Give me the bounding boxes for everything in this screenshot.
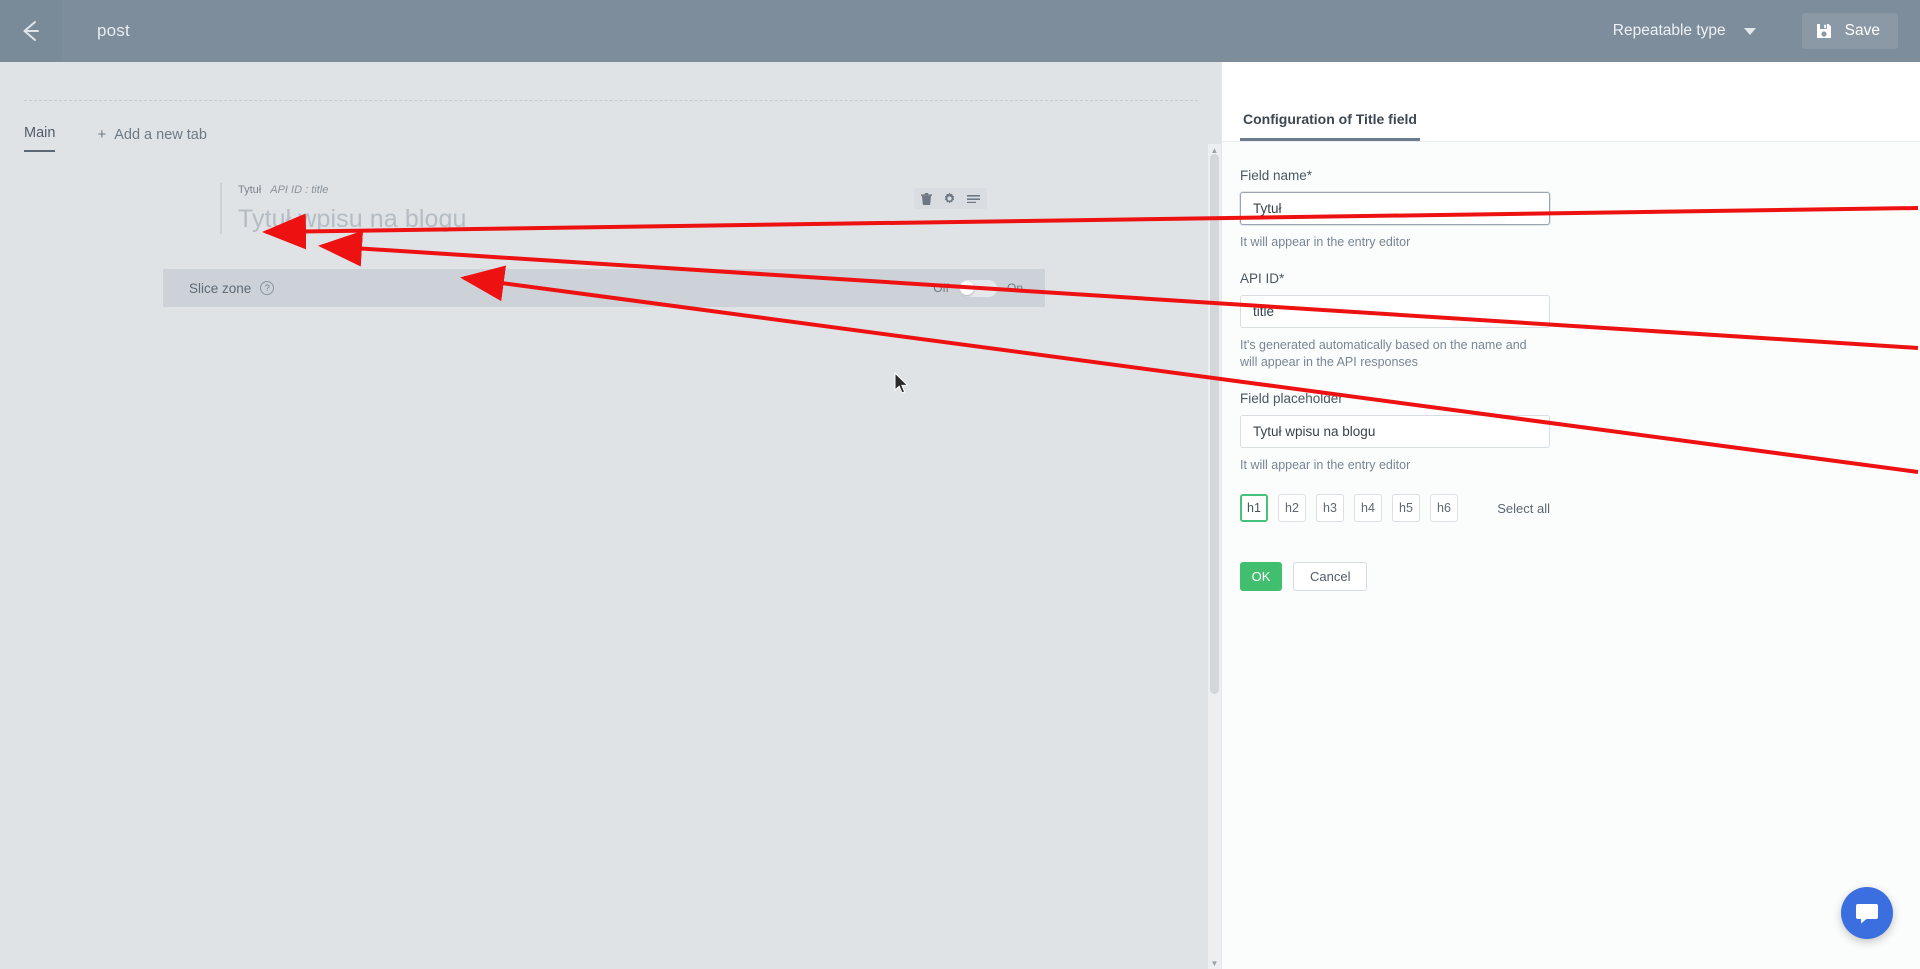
field-name-text: Tytuł xyxy=(238,184,262,196)
configuration-panel: Configuration of Title field Field name*… xyxy=(1221,62,1920,969)
question-mark-icon[interactable]: ? xyxy=(260,281,275,295)
api-id-group: API ID* It's generated automatically bas… xyxy=(1240,271,1900,371)
page-title: post xyxy=(97,21,130,40)
intercom-launcher-button[interactable] xyxy=(1841,887,1893,939)
toggle-off-label: Off xyxy=(933,281,949,295)
save-label: Save xyxy=(1844,22,1880,39)
slice-zone-toggle[interactable] xyxy=(958,279,997,297)
slice-zone-label-group: Slice zone ? xyxy=(189,280,275,296)
scroll-down-icon[interactable]: ▼ xyxy=(1208,957,1221,969)
field-name-group: Field name* It will appear in the entry … xyxy=(1240,168,1900,251)
arrow-left-icon xyxy=(23,21,39,41)
add-new-tab-button[interactable]: + Add a new tab xyxy=(97,126,206,152)
cancel-button[interactable]: Cancel xyxy=(1293,562,1368,591)
slice-zone-toggle-group: Off On xyxy=(933,279,1023,297)
placeholder-label: Field placeholder xyxy=(1240,391,1343,406)
field-name-label: Field name* xyxy=(1240,168,1313,183)
scrollbar-thumb[interactable] xyxy=(1210,154,1219,694)
chat-bubble-icon xyxy=(1856,904,1878,924)
panel-form: Field name* It will appear in the entry … xyxy=(1222,143,1920,969)
heading-options-row: h1 h2 h3 h4 h5 h6 Select all xyxy=(1240,494,1550,522)
toggle-on-label: On xyxy=(1006,281,1023,295)
topbar-actions: Repeatable type Save xyxy=(1613,13,1920,49)
trash-icon[interactable] xyxy=(921,192,932,205)
top-bar: post Repeatable type Save xyxy=(0,0,1920,62)
drag-handle-icon[interactable] xyxy=(967,194,980,203)
back-button[interactable] xyxy=(0,0,62,62)
heading-option-h5[interactable]: h5 xyxy=(1392,494,1420,522)
api-id-helper: It's generated automatically based on th… xyxy=(1240,338,1527,369)
placeholder-input[interactable] xyxy=(1240,415,1550,448)
panel-actions: OK Cancel xyxy=(1240,562,1900,591)
chevron-down-icon xyxy=(1743,27,1756,35)
select-all-link[interactable]: Select all xyxy=(1497,501,1550,516)
panel-tab-bar: Configuration of Title field xyxy=(1222,62,1920,142)
main-scrollbar[interactable]: ▲ ▼ xyxy=(1208,144,1221,969)
repeatable-type-dropdown[interactable]: Repeatable type xyxy=(1613,22,1756,40)
dashed-divider xyxy=(24,100,1198,101)
heading-option-h3[interactable]: h3 xyxy=(1316,494,1344,522)
tab-main[interactable]: Main xyxy=(24,125,56,152)
add-new-tab-label: Add a new tab xyxy=(114,126,207,143)
fields-canvas: Tytuł API ID : title Tytuł wpisu na blogu xyxy=(163,157,1045,256)
field-card-title[interactable]: Tytuł API ID : title Tytuł wpisu na blogu xyxy=(163,157,1045,256)
slice-zone-body xyxy=(163,307,1045,852)
field-toolbar xyxy=(914,188,987,209)
heading-option-h6[interactable]: h6 xyxy=(1430,494,1458,522)
heading-option-h2[interactable]: h2 xyxy=(1278,494,1306,522)
field-name-input[interactable] xyxy=(1240,192,1550,225)
toggle-knob xyxy=(960,281,975,295)
main-content-area: Main + Add a new tab Tytuł API ID : title… xyxy=(0,62,1221,969)
field-api-id-text: API ID : title xyxy=(270,184,329,196)
field-placeholder-preview: Tytuł wpisu na blogu xyxy=(238,205,467,233)
gear-icon[interactable] xyxy=(943,192,956,205)
ok-button[interactable]: OK xyxy=(1240,562,1282,591)
save-button[interactable]: Save xyxy=(1801,13,1898,49)
field-name-helper: It will appear in the entry editor xyxy=(1240,235,1411,249)
api-id-input[interactable] xyxy=(1240,295,1550,328)
plus-icon: + xyxy=(97,126,107,143)
heading-option-h4[interactable]: h4 xyxy=(1354,494,1382,522)
repeatable-type-label: Repeatable type xyxy=(1612,22,1726,39)
slice-zone-label: Slice zone xyxy=(189,280,252,296)
tab-bar: Main + Add a new tab xyxy=(24,108,207,152)
api-id-label: API ID* xyxy=(1240,271,1285,286)
floppy-disk-icon xyxy=(1816,24,1831,38)
placeholder-helper: It will appear in the entry editor xyxy=(1240,458,1411,472)
heading-option-h1[interactable]: h1 xyxy=(1240,494,1268,522)
placeholder-group: Field placeholder It will appear in the … xyxy=(1240,391,1900,474)
slice-zone-bar: Slice zone ? Off On xyxy=(163,269,1045,307)
tab-configuration-of-title-field[interactable]: Configuration of Title field xyxy=(1240,111,1420,141)
